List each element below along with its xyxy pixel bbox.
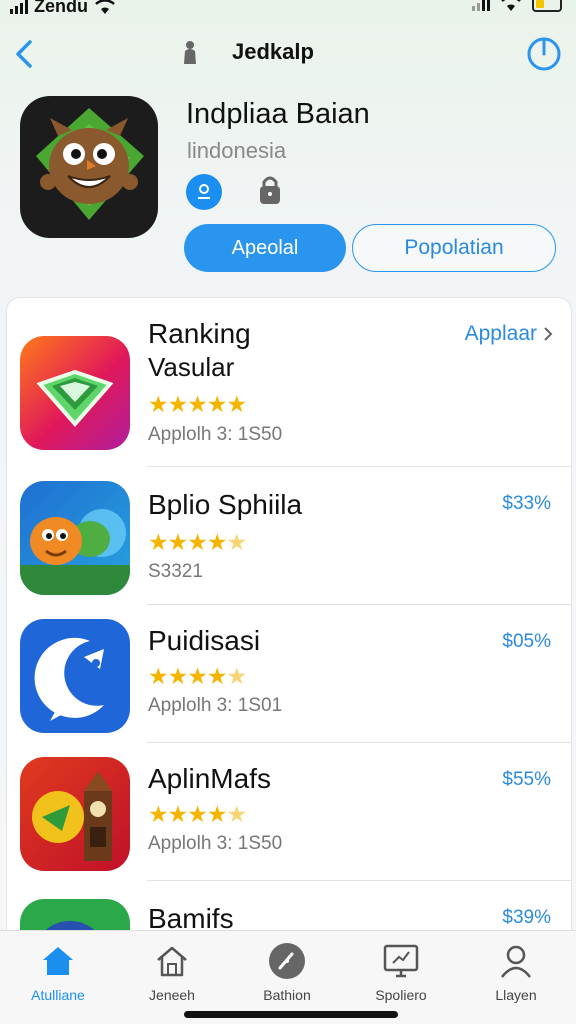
location-pin-icon <box>198 184 210 199</box>
app-subtitle: lindonesia <box>187 138 287 163</box>
row-title: AplinMafs <box>148 763 271 794</box>
star-icon: ★ <box>206 529 228 555</box>
moon-chat-icon <box>20 619 130 733</box>
star-icon: ★ <box>167 391 189 417</box>
tab-llayen[interactable]: Llayen <box>466 941 566 1011</box>
signal-icon <box>10 0 28 14</box>
nav-bar: Jedkalp <box>0 30 576 80</box>
timer-button[interactable] <box>526 36 562 72</box>
star-icon: ★ <box>148 801 169 827</box>
signal-icon <box>472 0 490 11</box>
tab-label: Jeneeh <box>149 987 195 1003</box>
person-icon <box>501 945 531 978</box>
cartoon-fish-icon <box>20 481 130 595</box>
timer-icon <box>527 37 561 71</box>
ranking-list: Ranking Vasular ★★★★★ Applolh 3: 1S50 Ap… <box>6 297 572 957</box>
tab-bar: Atulliane Jeneeh Bathion Spoliero Llayen <box>0 930 576 1024</box>
chart-board-icon <box>383 944 419 978</box>
row-price: $55% <box>502 769 551 790</box>
location-chip[interactable] <box>186 174 222 210</box>
star-icon: ★ <box>187 663 208 689</box>
row-subtitle: Vasular <box>148 352 235 382</box>
row-title: Bplio Sphiila <box>148 489 303 520</box>
wifi-icon <box>95 0 115 14</box>
star-icon: ★ <box>206 663 228 689</box>
battery-icon <box>532 0 562 12</box>
tab-spoliero[interactable]: Spoliero <box>351 941 451 1011</box>
map-tower-icon <box>20 757 130 871</box>
app-title: Indpliaa Baian <box>186 98 370 130</box>
star-icon: ★ <box>187 529 208 555</box>
primary-button[interactable]: Apeolal <box>184 224 346 272</box>
star-rating: ★★★★★ <box>148 801 248 828</box>
star-rating: ★★★★★ <box>148 391 248 418</box>
list-item[interactable]: AplinMafs ★★★★★ Applolh 3: 1S50 $55% <box>7 743 571 881</box>
list-item[interactable]: Puidisasi ★★★★★ Applolh 3: 1S01 $05% <box>7 605 571 743</box>
tab-label: Bathion <box>263 987 311 1003</box>
row-title: Puidisasi <box>148 625 261 656</box>
chevron-left-icon <box>16 40 32 68</box>
star-icon: ★ <box>148 391 169 417</box>
tab-bathion[interactable]: Bathion <box>237 941 337 1011</box>
status-bar: Zendu <box>0 0 576 22</box>
star-icon: ★ <box>226 801 248 827</box>
tab-home[interactable]: Atulliane <box>8 941 108 1011</box>
home-indicator <box>184 1011 398 1018</box>
list-item[interactable]: Bplio Sphiila ★★★★★ S3321 $33% <box>7 467 571 605</box>
home-icon <box>43 947 73 975</box>
row-price: $05% <box>502 631 551 652</box>
mascot-icon <box>36 108 144 220</box>
star-icon: ★ <box>187 801 208 827</box>
star-icon: ★ <box>187 391 208 417</box>
tab-label: Spoliero <box>375 987 427 1003</box>
lock-chip[interactable] <box>258 174 282 206</box>
star-icon: ★ <box>206 801 228 827</box>
star-rating: ★★★★★ <box>148 529 248 556</box>
star-icon: ★ <box>148 663 169 689</box>
row-title: Ranking <box>148 318 251 349</box>
lock-icon <box>260 176 280 204</box>
star-icon: ★ <box>167 663 189 689</box>
star-icon: ★ <box>167 529 189 555</box>
list-item[interactable]: Ranking Vasular ★★★★★ Applolh 3: 1S50 Ap… <box>7 298 571 467</box>
tab-label: Llayen <box>495 987 537 1003</box>
compass-icon <box>269 943 305 979</box>
row-meta: Applolh 3: 1S50 <box>148 424 283 445</box>
carrier-label: Zendu <box>34 0 88 16</box>
row-meta: Applolh 3: 1S50 <box>148 833 283 854</box>
tab-label: Atulliane <box>31 987 85 1003</box>
back-button[interactable] <box>10 36 40 72</box>
wifi-icon <box>501 0 521 11</box>
star-icon: ★ <box>206 391 228 417</box>
tab-jeneeh[interactable]: Jeneeh <box>122 941 222 1011</box>
gem-icon <box>20 336 130 450</box>
row-meta: S3321 <box>148 561 203 582</box>
page-title: Jedkalp <box>232 39 314 64</box>
chevron-right-icon <box>544 327 553 341</box>
star-icon: ★ <box>226 663 248 689</box>
star-icon: ★ <box>167 801 189 827</box>
star-icon: ★ <box>226 529 248 555</box>
star-rating: ★★★★★ <box>148 663 248 690</box>
row-price: $33% <box>502 493 551 514</box>
person-pin-icon <box>184 41 196 64</box>
see-all-link[interactable]: Applaar <box>465 322 553 346</box>
secondary-button[interactable]: Popolatian <box>352 224 556 272</box>
see-all-label: Applaar <box>464 322 537 345</box>
star-icon: ★ <box>226 391 248 417</box>
row-price: $39% <box>502 907 551 928</box>
app-icon <box>20 96 158 238</box>
house-outline-icon <box>157 946 187 977</box>
star-icon: ★ <box>148 529 169 555</box>
row-meta: Applolh 3: 1S01 <box>148 695 283 716</box>
